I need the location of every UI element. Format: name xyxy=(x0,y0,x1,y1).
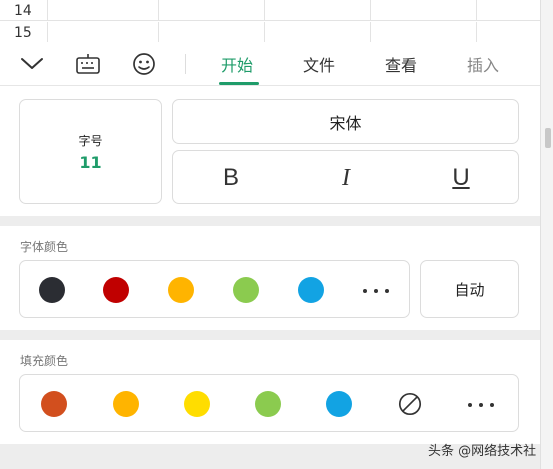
fill-color-palette xyxy=(19,374,519,432)
watermark: 头条 @网络技术社 xyxy=(428,444,537,459)
bold-icon: B xyxy=(222,164,239,191)
fill-color-section: 填充颜色 xyxy=(0,340,540,444)
font-style-group: B I U xyxy=(172,150,519,204)
sheet-row[interactable]: 15 xyxy=(0,22,540,42)
scrollbar[interactable] xyxy=(540,0,553,469)
italic-icon: I xyxy=(342,164,350,191)
tab-insert[interactable]: 插入 xyxy=(467,52,499,76)
toolbar: 开始 文件 查看 插入 xyxy=(0,42,540,86)
font-name-button[interactable]: 宋体 xyxy=(172,99,519,144)
emoji-icon[interactable] xyxy=(130,50,158,78)
chevron-down-icon[interactable] xyxy=(18,50,46,78)
fill-swatch-blue[interactable] xyxy=(326,391,352,417)
active-tab-indicator xyxy=(219,82,259,85)
auto-color-button[interactable]: 自动 xyxy=(420,260,519,318)
more-fill-colors-icon[interactable] xyxy=(468,403,494,407)
toolbar-divider xyxy=(185,54,186,74)
fill-swatch-yellow[interactable] xyxy=(184,391,210,417)
color-swatch-blue[interactable] xyxy=(298,277,324,303)
bold-button[interactable]: B xyxy=(201,151,261,205)
italic-button[interactable]: I xyxy=(316,151,376,205)
color-swatch-red[interactable] xyxy=(103,277,129,303)
font-size-value: 11 xyxy=(79,152,102,172)
row-number: 15 xyxy=(0,22,48,42)
more-colors-icon[interactable] xyxy=(363,289,389,293)
fill-swatch-green[interactable] xyxy=(255,391,281,417)
font-color-section: 字体颜色 自动 xyxy=(0,226,540,330)
font-color-palette xyxy=(19,260,410,318)
underline-icon: U xyxy=(452,164,470,191)
sheet-row[interactable]: 14 xyxy=(0,0,540,21)
row-number: 14 xyxy=(0,0,48,21)
spreadsheet-grid: 14 15 xyxy=(0,0,540,42)
font-section: 字号 11 宋体 B I U xyxy=(0,86,540,216)
color-swatch-green[interactable] xyxy=(233,277,259,303)
keyboard-icon[interactable] xyxy=(74,50,102,78)
underline-button[interactable]: U xyxy=(431,151,491,205)
no-fill-icon[interactable] xyxy=(397,391,423,417)
font-size-label: 字号 xyxy=(78,133,103,148)
fill-swatch-orange-red[interactable] xyxy=(41,391,67,417)
tab-start[interactable]: 开始 xyxy=(221,52,253,76)
scrollbar-thumb[interactable] xyxy=(545,128,551,148)
fill-swatch-orange[interactable] xyxy=(113,391,139,417)
color-swatch-black[interactable] xyxy=(39,277,65,303)
font-color-title: 字体颜色 xyxy=(20,240,69,254)
font-name-label: 宋体 xyxy=(329,113,362,133)
tab-file[interactable]: 文件 xyxy=(303,52,335,76)
auto-color-label: 自动 xyxy=(454,280,485,299)
font-size-button[interactable]: 字号 11 xyxy=(19,99,162,204)
tab-view[interactable]: 查看 xyxy=(385,52,417,76)
fill-color-title: 填充颜色 xyxy=(20,354,69,368)
color-swatch-orange[interactable] xyxy=(168,277,194,303)
